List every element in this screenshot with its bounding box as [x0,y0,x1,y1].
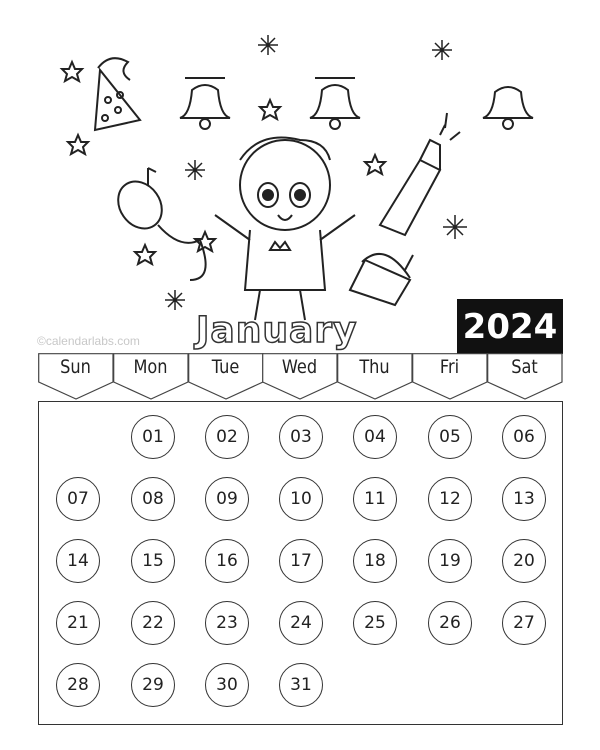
snowflake-icon [165,35,467,310]
weekday-label: Sun [60,356,91,378]
day-cell: 02 [205,415,249,459]
weekday-label: Tue [211,356,239,378]
day-cell: 08 [131,477,175,521]
day-cell: 25 [353,601,397,645]
watermark: ©calendarlabs.com [37,334,140,348]
calendar-grid: 01 02 03 04 05 06 07 08 09 10 11 12 13 14 15 16 17 18 19 20… [38,401,563,725]
year-badge: 2024 [457,299,563,354]
weekday-label: Thu [359,356,390,378]
day-cell: 31 [279,663,323,707]
day-cell: 09 [205,477,249,521]
day-cell: 28 [56,663,100,707]
balloon-icon [117,180,207,281]
day-cell: 03 [279,415,323,459]
day-cell: 06 [502,415,546,459]
party-hat-icon [93,57,142,132]
day-cell: 01 [131,415,175,459]
weekday-header-sun: Sun [38,353,114,401]
weekday-label: Fri [439,356,460,378]
day-cell: 20 [502,539,546,583]
weekday-label: Wed [282,356,318,378]
day-cell: 17 [279,539,323,583]
bell-icon [482,86,534,130]
day-cell: 16 [205,539,249,583]
day-cell: 07 [56,477,100,521]
day-cell: 13 [502,477,546,521]
day-cell: 26 [428,601,472,645]
bell-icon [309,77,361,130]
weekday-header-mon: Mon [112,353,189,401]
day-cell: 30 [205,663,249,707]
coloring-illustration [59,35,534,321]
star-icon [59,59,388,267]
weekday-header-fri: Fri [412,353,488,401]
day-cell: 29 [131,663,175,707]
weekday-label: Mon [133,356,168,378]
day-cell: 10 [279,477,323,521]
day-cell: 19 [428,539,472,583]
day-cell: 04 [353,415,397,459]
champagne-bottle-icon [378,112,461,237]
music-note-icon [147,167,157,186]
day-cell: 15 [131,539,175,583]
weekday-header-row: Sun Mon Tue Wed Thu Fri Sat [38,353,563,401]
day-cell: 27 [502,601,546,645]
day-cell: 14 [56,539,100,583]
bell-icon [179,77,231,130]
month-title: January [195,309,358,352]
cat-character [214,136,356,321]
day-cell: 21 [56,601,100,645]
day-cell: 24 [279,601,323,645]
cupcake-icon [348,253,414,307]
weekday-header-sat: Sat [486,353,563,401]
day-cell: 18 [353,539,397,583]
weekday-label: Sat [511,356,538,378]
day-cell: 11 [353,477,397,521]
weekday-header-tue: Tue [187,353,264,401]
weekday-header-thu: Thu [337,353,413,401]
day-cell: 22 [131,601,175,645]
day-cell: 23 [205,601,249,645]
weekday-header-wed: Wed [262,353,338,401]
day-cell: 12 [428,477,472,521]
day-cell: 05 [428,415,472,459]
